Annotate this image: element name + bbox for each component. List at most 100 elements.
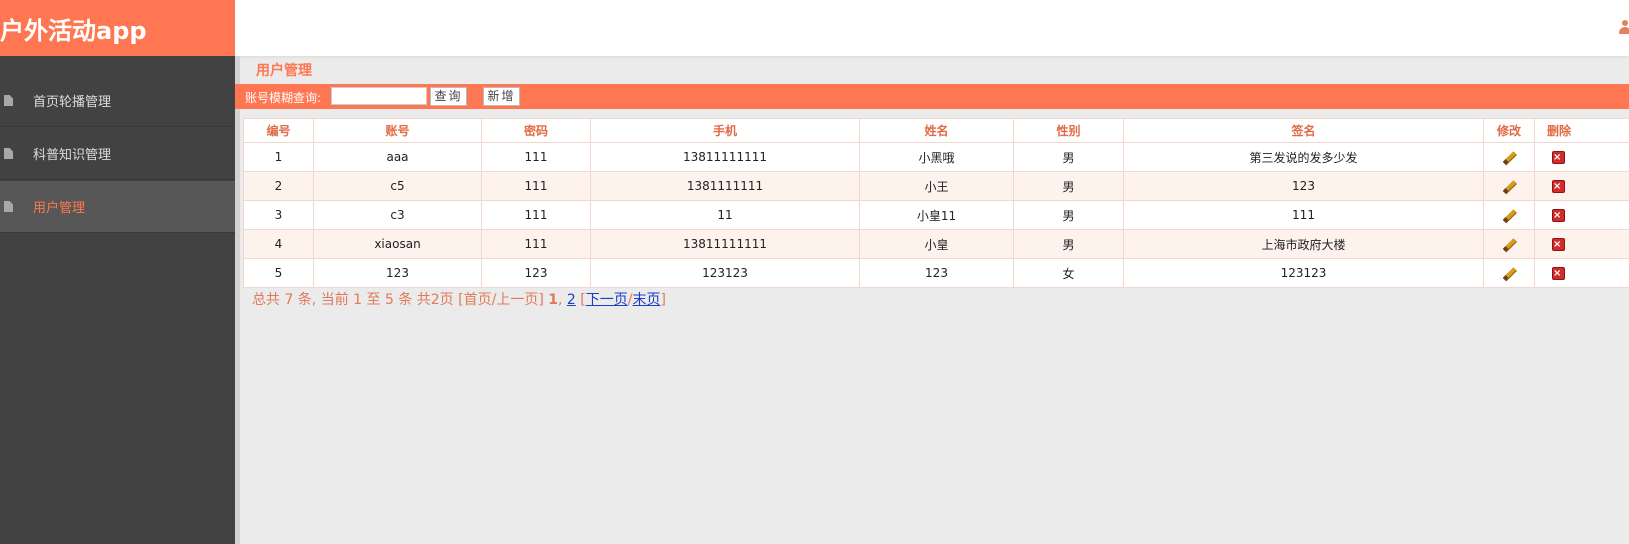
cell-signature: 111 (1123, 200, 1484, 230)
sidebar-item-science[interactable]: 科普知识管理 (0, 128, 235, 180)
table-row: 5 123 123 123123 123 女 123123 × (243, 258, 1629, 288)
column-header-edit: 修改 (1483, 118, 1535, 143)
table-row: 4 xiaosan 111 13811111111 小皇 男 上海市政府大楼 × (243, 229, 1629, 259)
cell-gender: 男 (1013, 142, 1124, 172)
column-header-gender: 性别 (1013, 118, 1124, 143)
user-table: 编号 账号 密码 手机 姓名 性别 签名 修改 删除 1 aaa 111 138… (243, 118, 1629, 288)
delete-icon[interactable]: × (1552, 209, 1565, 222)
column-header-signature: 签名 (1123, 118, 1484, 143)
search-bar: 账号模糊查询: 查询 新增 (235, 84, 1629, 109)
cell-password: 111 (481, 229, 591, 259)
cell-gender: 男 (1013, 200, 1124, 230)
pencil-icon[interactable] (1502, 179, 1516, 194)
cell-edit (1483, 171, 1535, 201)
pencil-icon[interactable] (1502, 266, 1516, 281)
search-label: 账号模糊查询: (245, 91, 322, 105)
pagination-bracket: ] (660, 292, 666, 308)
cell-account: c5 (313, 171, 482, 201)
cell-gender: 男 (1013, 229, 1124, 259)
column-header-phone: 手机 (590, 118, 860, 143)
column-header-account: 账号 (313, 118, 482, 143)
sidebar: 首页轮播管理 科普知识管理 用户管理 (0, 56, 235, 544)
sidebar-item-label: 首页轮播管理 (33, 95, 112, 110)
user-icon[interactable] (1619, 20, 1629, 34)
column-header-delete: 删除 (1534, 118, 1629, 143)
sidebar-item-label: 科普知识管理 (33, 148, 112, 163)
top-bar (235, 0, 1629, 56)
column-header-name: 姓名 (859, 118, 1014, 143)
page-title: 用户管理 (256, 63, 312, 79)
pagination-page-2-link[interactable]: 2 (567, 292, 576, 308)
query-button[interactable]: 查询 (430, 87, 467, 106)
cell-account: xiaosan (313, 229, 482, 259)
column-header-id: 编号 (243, 118, 314, 143)
cell-password: 111 (481, 142, 591, 172)
cell-delete: × (1534, 229, 1629, 259)
document-icon (4, 201, 13, 212)
app-title: 户外活动app (0, 16, 147, 45)
table-row: 3 c3 111 11 小皇11 男 111 × (243, 200, 1629, 230)
delete-icon[interactable]: × (1552, 267, 1565, 280)
delete-icon[interactable]: × (1552, 151, 1565, 164)
cell-phone: 1381111111 (590, 171, 860, 201)
sidebar-item-banner[interactable]: 首页轮播管理 (0, 75, 235, 127)
cell-signature: 第三发说的发多少发 (1123, 142, 1484, 172)
cell-signature: 上海市政府大楼 (1123, 229, 1484, 259)
document-icon (4, 148, 13, 159)
cell-name: 小皇11 (859, 200, 1014, 230)
cell-id: 3 (243, 200, 314, 230)
cell-phone: 13811111111 (590, 142, 860, 172)
pagination: 总共 7 条, 当前 1 至 5 条 共2页 [首页/上一页] 1, 2 [下一… (252, 289, 666, 309)
cell-phone: 123123 (590, 258, 860, 288)
cell-name: 123 (859, 258, 1014, 288)
add-button[interactable]: 新增 (483, 87, 520, 106)
cell-signature: 123123 (1123, 258, 1484, 288)
sidebar-divider (235, 56, 240, 544)
pagination-current-page: 1 (548, 292, 558, 308)
cell-delete: × (1534, 200, 1629, 230)
pagination-separator: , (557, 292, 563, 308)
cell-edit (1483, 229, 1535, 259)
search-input[interactable] (331, 87, 427, 105)
pagination-first-prev: [首页/上一页] (458, 292, 544, 308)
sidebar-item-label: 用户管理 (33, 201, 86, 216)
cell-phone: 11 (590, 200, 860, 230)
cell-edit (1483, 200, 1535, 230)
cell-id: 5 (243, 258, 314, 288)
cell-name: 小黑哦 (859, 142, 1014, 172)
cell-password: 111 (481, 171, 591, 201)
cell-edit (1483, 142, 1535, 172)
cell-name: 小王 (859, 171, 1014, 201)
cell-gender: 女 (1013, 258, 1124, 288)
cell-account: 123 (313, 258, 482, 288)
cell-id: 1 (243, 142, 314, 172)
cell-account: aaa (313, 142, 482, 172)
cell-phone: 13811111111 (590, 229, 860, 259)
cell-name: 小皇 (859, 229, 1014, 259)
cell-gender: 男 (1013, 171, 1124, 201)
pagination-last-link[interactable]: 末页 (632, 292, 660, 308)
cell-password: 123 (481, 258, 591, 288)
cell-id: 4 (243, 229, 314, 259)
pencil-icon[interactable] (1502, 208, 1516, 223)
cell-id: 2 (243, 171, 314, 201)
app-brand: 户外活动app (0, 0, 235, 56)
cell-password: 111 (481, 200, 591, 230)
cell-delete: × (1534, 171, 1629, 201)
pencil-icon[interactable] (1502, 150, 1516, 165)
table-row: 2 c5 111 1381111111 小王 男 123 × (243, 171, 1629, 201)
pagination-summary: 总共 7 条, 当前 1 至 5 条 共2页 (252, 292, 454, 308)
cell-edit (1483, 258, 1535, 288)
document-icon (4, 95, 13, 106)
pagination-next-link[interactable]: 下一页 (586, 292, 628, 308)
cell-account: c3 (313, 200, 482, 230)
delete-icon[interactable]: × (1552, 180, 1565, 193)
sidebar-item-users[interactable]: 用户管理 (0, 181, 235, 233)
table-row: 1 aaa 111 13811111111 小黑哦 男 第三发说的发多少发 × (243, 142, 1629, 172)
cell-delete: × (1534, 258, 1629, 288)
column-header-password: 密码 (481, 118, 591, 143)
delete-icon[interactable]: × (1552, 238, 1565, 251)
cell-delete: × (1534, 142, 1629, 172)
cell-signature: 123 (1123, 171, 1484, 201)
pencil-icon[interactable] (1502, 237, 1516, 252)
